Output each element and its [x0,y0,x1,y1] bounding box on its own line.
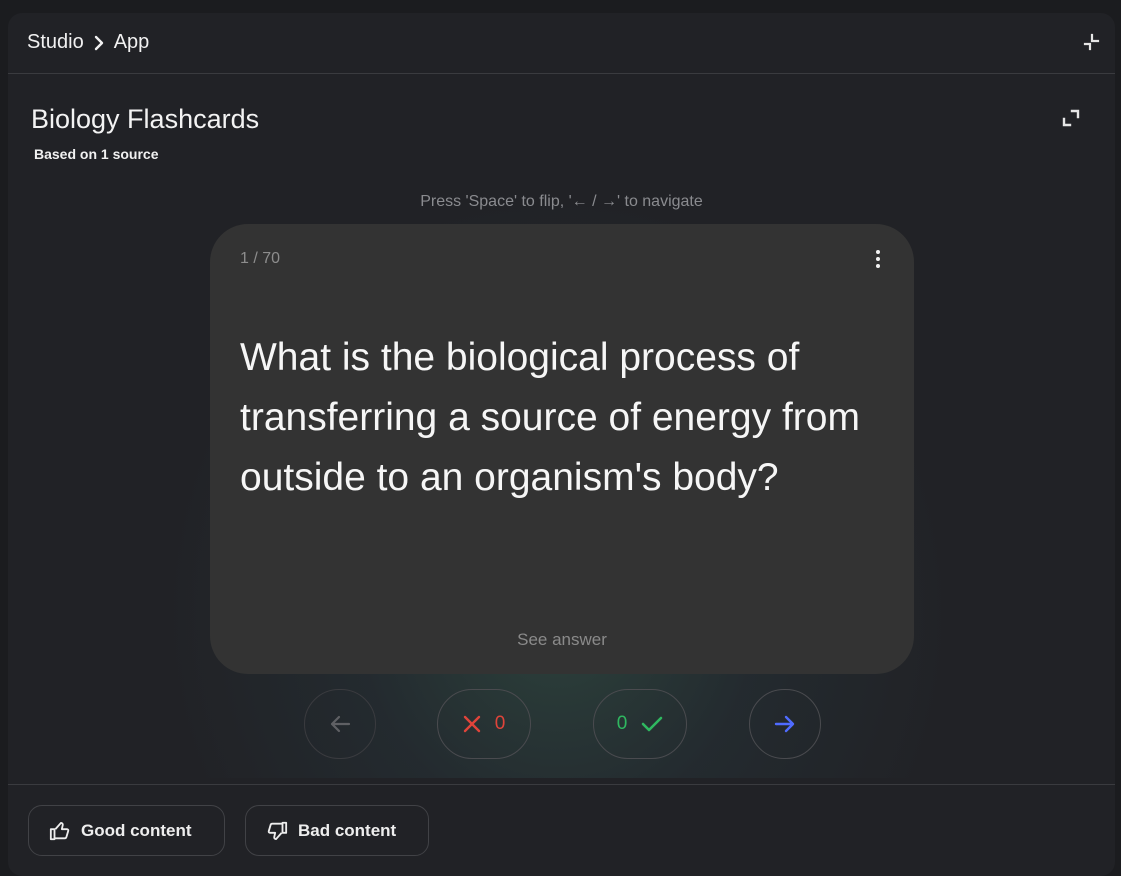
good-content-label: Good content [81,820,192,840]
breadcrumb-studio[interactable]: Studio [27,31,84,54]
keyboard-hint: Press 'Space' to flip, '← / →' to naviga… [420,193,703,210]
correct-count: 0 [616,713,628,734]
bad-content-button[interactable]: Bad content [245,805,429,856]
card-counter: 1 / 70 [240,250,281,267]
more-vert-icon[interactable] [870,248,886,270]
good-content-button[interactable]: Good content [28,805,225,856]
next-card-button[interactable] [749,689,821,759]
expand-icon[interactable] [1061,108,1081,128]
arrow-left-icon [330,715,351,733]
source-count: Based on 1 source [34,146,159,162]
mark-correct-button[interactable]: 0 [593,689,687,759]
wrong-count: 0 [494,713,506,734]
collapse-icon[interactable] [1083,33,1101,51]
page-title: Biology Flashcards [31,104,260,134]
breadcrumb: Studio App [27,31,149,54]
card-question: What is the biological process of transf… [240,336,860,499]
close-icon [463,715,480,733]
bad-content-label: Bad content [298,820,397,840]
mark-wrong-button[interactable]: 0 [437,689,531,759]
see-answer-link[interactable]: See answer [210,630,914,650]
flashcards-panel: Studio App Biology Flashcards Based on 1… [8,13,1115,876]
thumb-down-icon [267,821,288,840]
breadcrumb-app: App [113,31,150,53]
previous-card-button[interactable] [304,689,376,759]
arrow-right-icon [774,715,795,733]
top-bar: Studio App [8,13,1115,74]
feedback-bar: Good content Bad content [8,784,1115,876]
chevron-right-icon [93,35,105,51]
check-icon [641,716,663,732]
thumb-up-icon [49,821,70,840]
flashcard[interactable]: 1 / 70 What is the biological process of… [210,224,914,674]
